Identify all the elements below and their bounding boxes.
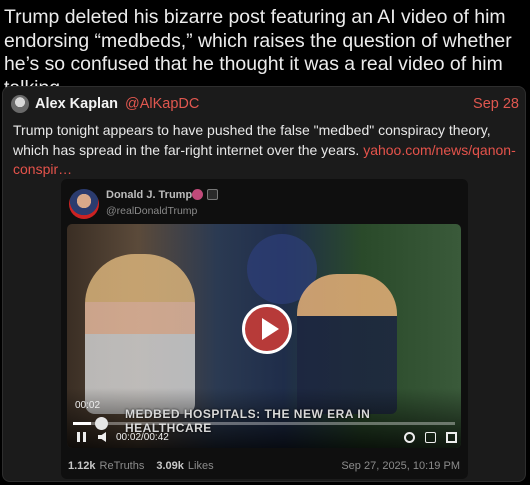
embed-avatar bbox=[69, 189, 99, 219]
fullscreen-icon[interactable] bbox=[446, 431, 457, 443]
volume-icon[interactable] bbox=[98, 432, 106, 442]
embed-author-handle: @realDonaldTrump bbox=[106, 205, 198, 217]
pip-icon[interactable] bbox=[425, 431, 436, 443]
progress-knob[interactable] bbox=[95, 417, 108, 430]
author-avatar[interactable] bbox=[11, 95, 29, 113]
embed-stats: 1.12k ReTruths 3.09k Likes Sep 27, 2025, 1… bbox=[68, 458, 460, 474]
play-button[interactable] bbox=[242, 304, 292, 354]
likes-count: 3.09k bbox=[156, 460, 184, 472]
quoted-post-card[interactable]: Alex Kaplan @AlKapDC Sep 28 Trump tonigh… bbox=[2, 86, 526, 482]
play-icon bbox=[262, 318, 279, 340]
pause-icon[interactable] bbox=[77, 432, 86, 442]
settings-icon[interactable] bbox=[404, 431, 415, 443]
author-name[interactable]: Alex Kaplan bbox=[35, 96, 118, 112]
account-badge-icon bbox=[207, 189, 218, 200]
likes-label: Likes bbox=[187, 460, 214, 472]
retruths-count: 1.12k bbox=[68, 460, 96, 472]
video-chyron: MEDBED HOSPITALS: THE NEW ERA IN HEALTHC… bbox=[125, 407, 371, 435]
retruths-stat: 1.12k ReTruths bbox=[68, 460, 144, 472]
post-date[interactable]: Sep 28 bbox=[473, 96, 519, 112]
progress-bar[interactable] bbox=[73, 422, 455, 425]
author-handle[interactable]: @AlKapDC bbox=[125, 96, 199, 112]
verified-badge-icon bbox=[192, 189, 203, 200]
embed-timestamp: Sep 27, 2025, 10:19 PM bbox=[341, 460, 460, 472]
quoted-post-header: Alex Kaplan @AlKapDC Sep 28 bbox=[11, 94, 519, 114]
video-controls: 00:02/00:42 bbox=[77, 430, 457, 444]
embed-author-name: Donald J. Trump bbox=[106, 189, 193, 201]
embedded-screenshot[interactable]: Donald J. Trump @realDonaldTrump 00:02 M… bbox=[61, 179, 468, 479]
video-player[interactable]: 00:02 MEDBED HOSPITALS: THE NEW ERA IN H… bbox=[67, 224, 461, 448]
retruths-label: ReTruths bbox=[99, 460, 145, 472]
video-time: 00:02/00:42 bbox=[116, 431, 169, 443]
likes-stat: 3.09k Likes bbox=[156, 460, 213, 472]
elapsed-time-overlay: 00:02 bbox=[75, 400, 101, 411]
quoted-post-body: Trump tonight appears to have pushed the… bbox=[13, 121, 518, 180]
progress-fill bbox=[73, 422, 92, 425]
